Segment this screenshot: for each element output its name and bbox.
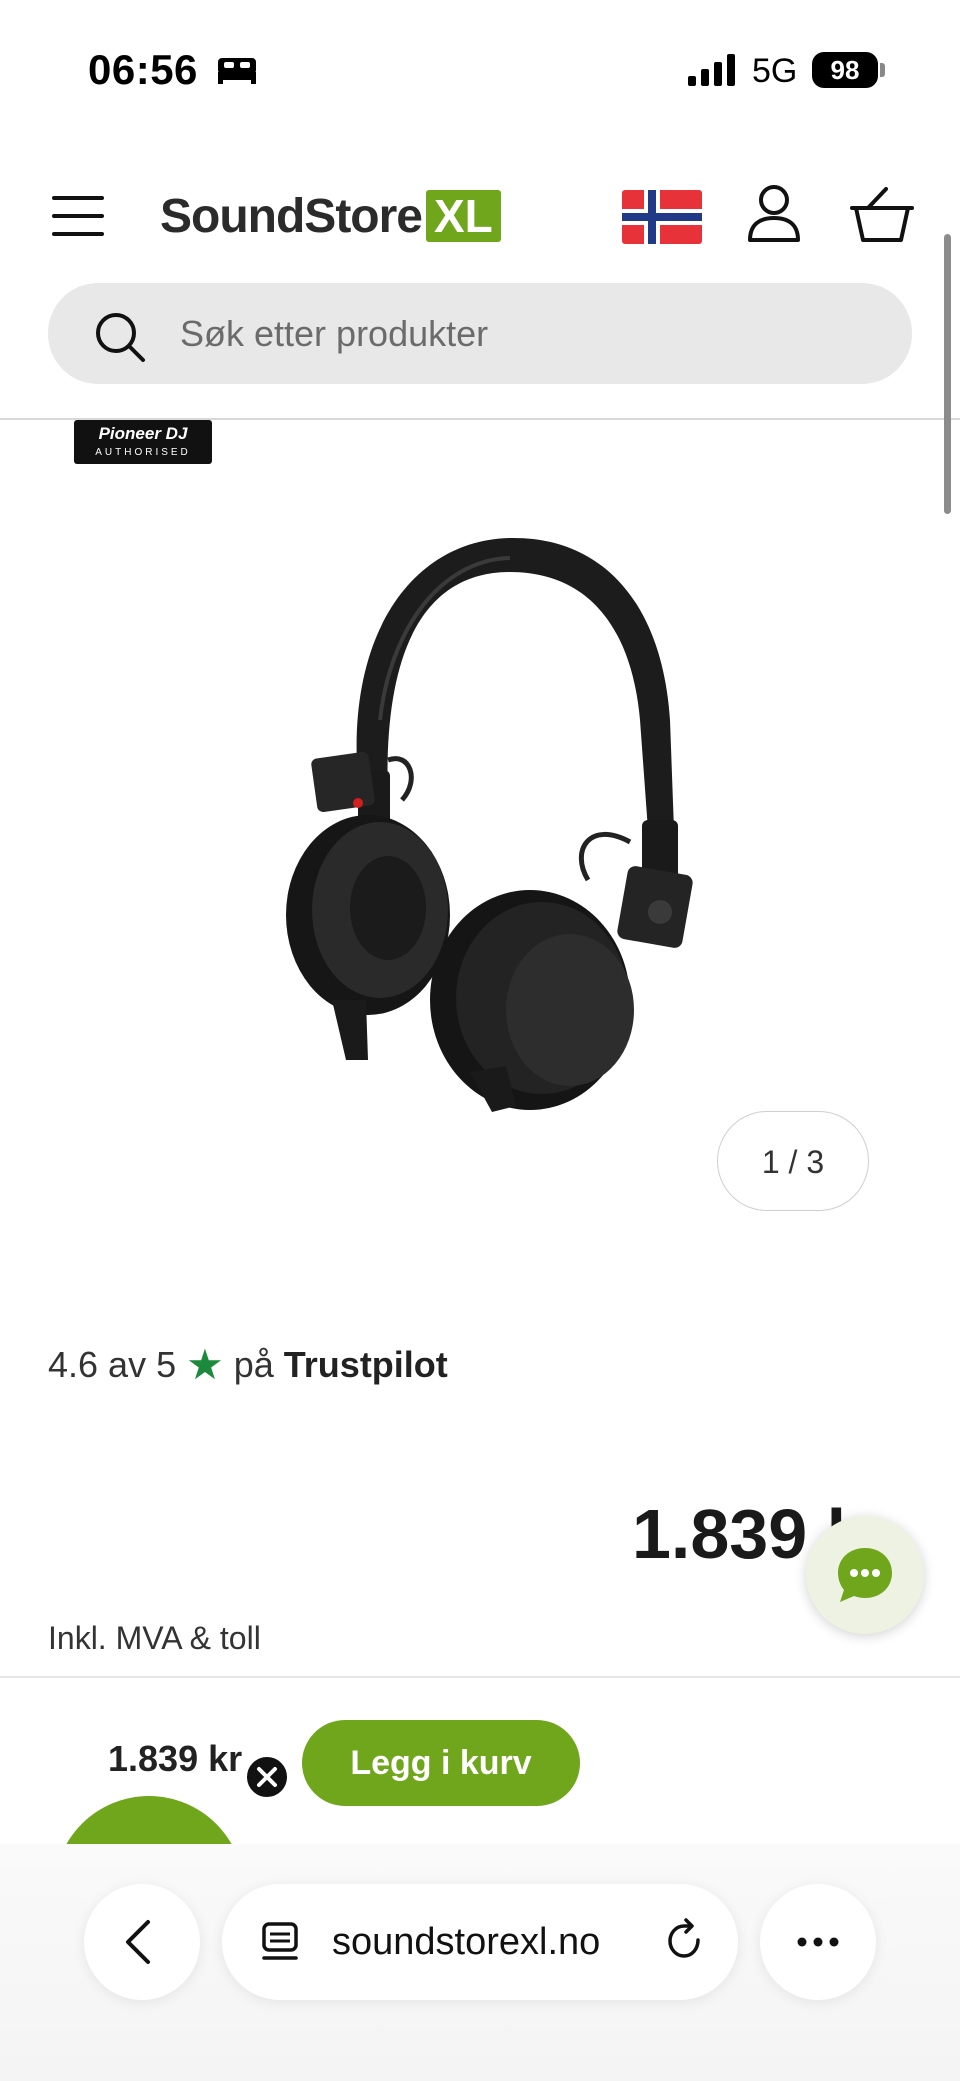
- rating-source: Trustpilot: [283, 1343, 448, 1385]
- url-text: soundstorexl.no: [332, 1921, 601, 1963]
- more-dots-icon: [797, 1937, 839, 1947]
- sleep-mode-icon: [218, 58, 256, 84]
- battery-indicator: 98: [812, 52, 878, 88]
- chevron-left-icon: [126, 1920, 150, 1964]
- reload-icon[interactable]: [662, 1918, 708, 1964]
- cellular-signal-icon: [688, 54, 735, 86]
- sticky-add-to-cart-bar: 1.839 kr Legg i kurv: [0, 1676, 960, 1846]
- battery-nub: [880, 63, 885, 77]
- trustpilot-rating[interactable]: 4.6 av 5 ★ på Trustpilot: [48, 1340, 448, 1389]
- badge-subtitle: AUTHORISED: [95, 447, 191, 458]
- page-menu-icon: [262, 1922, 298, 1960]
- browser-toolbar: soundstorexl.no: [0, 1844, 960, 2081]
- back-button[interactable]: [84, 1884, 200, 2000]
- logo-xl-mark: XL: [426, 190, 501, 242]
- site-logo[interactable]: SoundStore XL: [160, 188, 501, 244]
- pioneer-dj-authorised-badge: Pioneer DJ AUTHORISED: [74, 420, 212, 464]
- norway-flag-icon[interactable]: [622, 190, 702, 244]
- menu-icon[interactable]: [52, 194, 104, 238]
- badge-brand: Pioneer DJ: [98, 424, 188, 443]
- chat-button[interactable]: [806, 1516, 924, 1634]
- status-bar: 06:56 5G 98: [0, 0, 960, 140]
- rating-score: 4.6 av 5: [48, 1343, 177, 1385]
- close-icon[interactable]: [244, 1754, 290, 1800]
- promo-bubble[interactable]: [54, 1796, 244, 1846]
- site-header: SoundStore XL: [0, 150, 960, 270]
- network-type: 5G: [752, 52, 798, 90]
- status-time: 06:56: [88, 46, 198, 93]
- basket-icon[interactable]: [850, 186, 914, 244]
- gallery-counter[interactable]: 1 / 3: [717, 1111, 869, 1211]
- price-note: Inkl. MVA & toll: [48, 1620, 261, 1656]
- search-input[interactable]: [180, 283, 880, 384]
- search-bar[interactable]: [48, 283, 912, 384]
- user-account-icon[interactable]: [746, 184, 802, 244]
- logo-text: SoundStore: [160, 189, 423, 243]
- product-image-headphones[interactable]: [270, 520, 700, 1120]
- add-to-cart-button[interactable]: Legg i kurv: [302, 1720, 580, 1806]
- address-bar[interactable]: soundstorexl.no: [222, 1884, 738, 2000]
- search-icon: [96, 313, 145, 362]
- more-options-button[interactable]: [760, 1884, 876, 2000]
- sticky-price: 1.839 kr: [108, 1738, 243, 1779]
- rating-on: på: [233, 1343, 274, 1385]
- scrollbar-thumb[interactable]: [944, 234, 951, 514]
- chat-bubble-icon: [838, 1548, 892, 1602]
- star-icon: ★: [186, 1341, 224, 1388]
